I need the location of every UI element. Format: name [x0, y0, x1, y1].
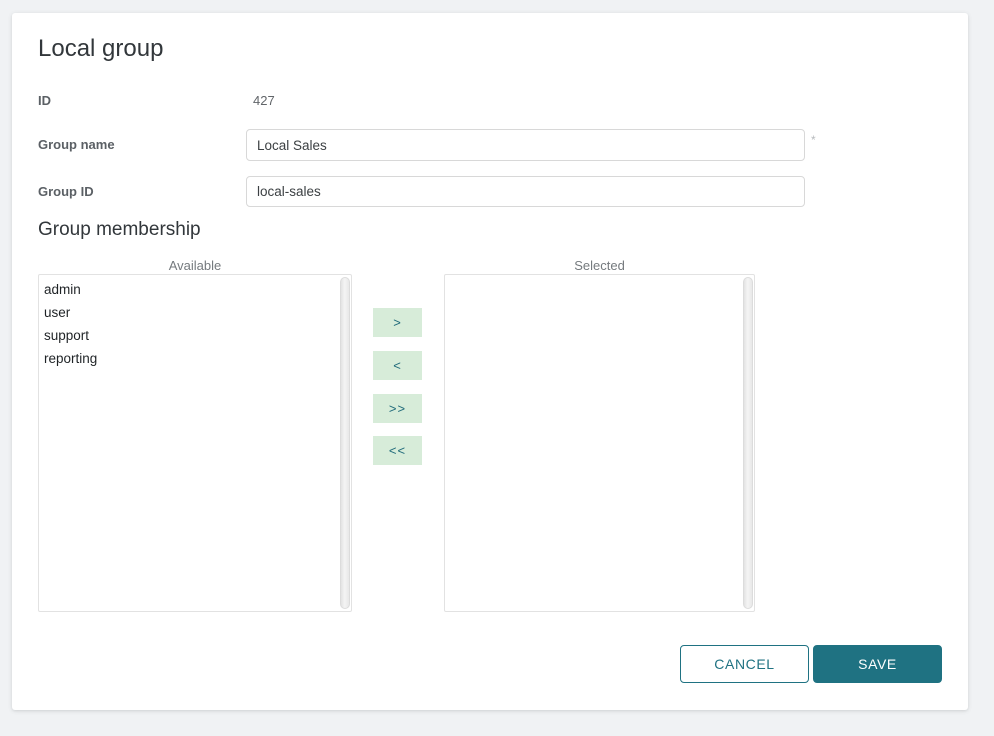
available-scrollbar-thumb[interactable]	[340, 277, 350, 609]
move-all-right-button[interactable]: >>	[373, 394, 422, 423]
available-listbox[interactable]: adminusersupportreporting	[38, 274, 352, 612]
local-group-card: Local group ID 427 Group name * Group ID…	[12, 13, 968, 710]
id-value: 427	[253, 93, 275, 108]
cancel-button[interactable]: CANCEL	[680, 645, 809, 683]
group-name-label: Group name	[38, 137, 115, 152]
group-name-input[interactable]	[246, 129, 805, 161]
list-item[interactable]: support	[39, 324, 335, 347]
selected-listbox[interactable]	[444, 274, 755, 612]
group-membership-heading: Group membership	[38, 219, 201, 241]
selected-scrollbar-thumb[interactable]	[743, 277, 753, 609]
group-id-input[interactable]	[246, 176, 805, 207]
page-title: Local group	[38, 35, 163, 63]
available-list-label: Available	[38, 258, 352, 273]
required-asterisk: *	[811, 133, 816, 147]
move-all-left-button[interactable]: <<	[373, 436, 422, 465]
list-item[interactable]: admin	[39, 278, 335, 301]
list-item[interactable]: user	[39, 301, 335, 324]
save-button[interactable]: SAVE	[813, 645, 942, 683]
move-selected-right-button[interactable]: >	[373, 308, 422, 337]
id-label: ID	[38, 93, 51, 108]
move-selected-left-button[interactable]: <	[373, 351, 422, 380]
group-id-label: Group ID	[38, 184, 94, 199]
list-item[interactable]: reporting	[39, 347, 335, 370]
selected-list-label: Selected	[444, 258, 755, 273]
